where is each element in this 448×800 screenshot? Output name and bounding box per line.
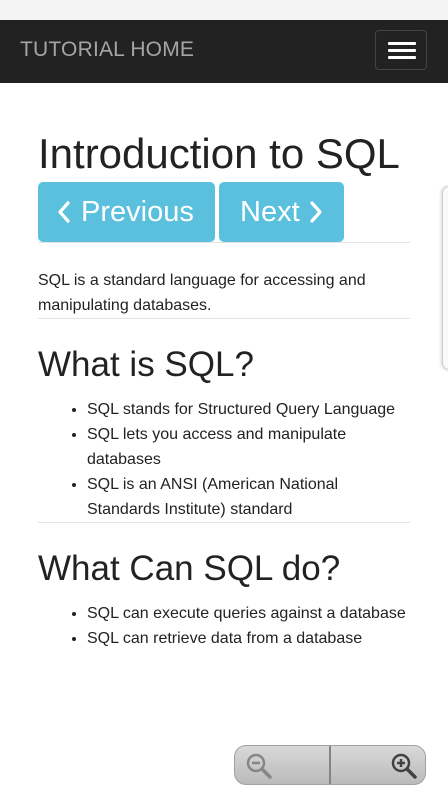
divider — [38, 522, 410, 523]
section-heading-what-is-sql: What is SQL? — [38, 345, 254, 384]
previous-button[interactable]: Previous — [38, 182, 215, 242]
what-can-sql-do-list: SQL can execute queries against a databa… — [38, 601, 410, 651]
zoom-controls — [234, 745, 426, 785]
list-item: SQL can retrieve data from a database — [87, 626, 410, 651]
what-is-sql-list: SQL stands for Structured Query Language… — [38, 397, 410, 522]
zoom-out-icon[interactable] — [245, 752, 273, 780]
chevron-left-icon — [58, 201, 70, 223]
brand-link[interactable]: TUTORIAL HOME — [20, 38, 194, 62]
next-button-label: Next — [240, 196, 300, 228]
pager: Previous Next — [38, 182, 410, 242]
list-item: SQL is an ANSI (American National Standa… — [87, 472, 410, 522]
status-bar — [0, 0, 448, 20]
section-heading-what-can-sql-do: What Can SQL do? — [38, 549, 341, 588]
zoom-separator — [329, 746, 331, 784]
intro-paragraph: SQL is a standard language for accessing… — [38, 272, 366, 314]
divider — [38, 242, 410, 243]
list-item: SQL stands for Structured Query Language — [87, 397, 410, 422]
scroll-handle[interactable] — [442, 186, 448, 370]
list-item: SQL lets you access and manipulate datab… — [87, 422, 410, 472]
next-button[interactable]: Next — [219, 182, 344, 242]
page-title: Introduction to SQL — [38, 130, 400, 177]
divider — [38, 318, 410, 319]
previous-button-label: Previous — [81, 196, 194, 228]
chevron-right-icon — [310, 201, 322, 223]
zoom-in-icon[interactable] — [390, 752, 418, 780]
navbar: TUTORIAL HOME — [0, 20, 448, 83]
list-item: SQL can execute queries against a databa… — [87, 601, 410, 626]
hamburger-menu-button[interactable] — [375, 30, 427, 70]
main-content: Introduction to SQL Previous Next SQL is… — [38, 83, 410, 651]
